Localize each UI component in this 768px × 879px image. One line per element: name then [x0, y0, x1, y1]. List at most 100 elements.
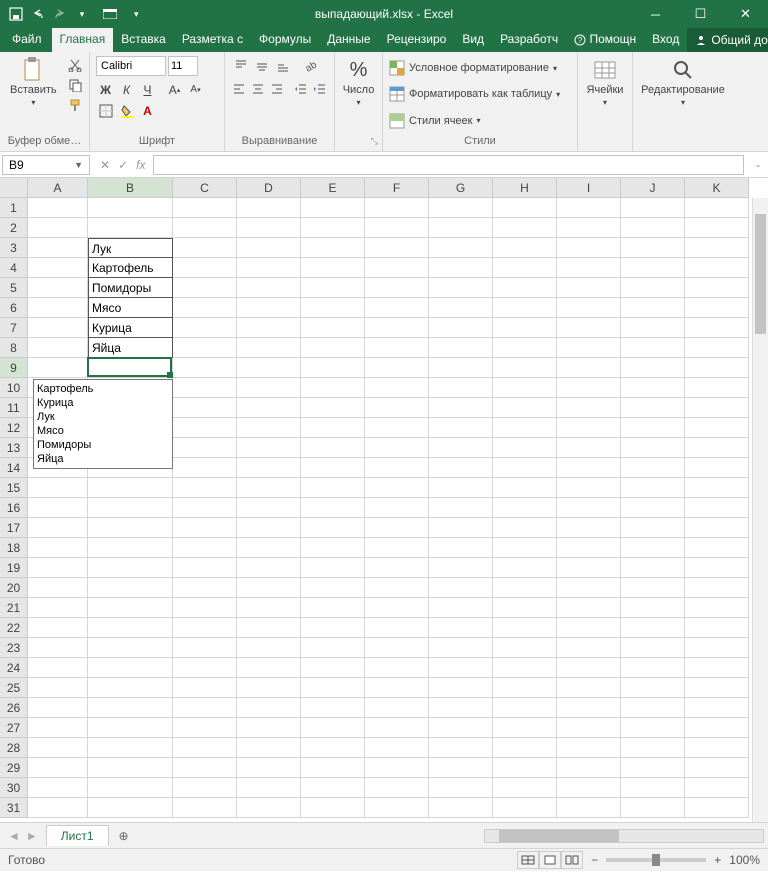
cell-A8[interactable] [28, 338, 88, 358]
col-header-D[interactable]: D [237, 178, 301, 198]
cell-H12[interactable] [493, 418, 557, 438]
cell-F19[interactable] [365, 558, 429, 578]
cell-E7[interactable] [301, 318, 365, 338]
cell-E18[interactable] [301, 538, 365, 558]
cell-F6[interactable] [365, 298, 429, 318]
row-header-18[interactable]: 18 [0, 538, 28, 558]
cell-K18[interactable] [685, 538, 749, 558]
cell-C20[interactable] [173, 578, 237, 598]
cell-I29[interactable] [557, 758, 621, 778]
cell-I31[interactable] [557, 798, 621, 818]
row-header-23[interactable]: 23 [0, 638, 28, 658]
cell-K9[interactable] [685, 358, 749, 378]
cell-J21[interactable] [621, 598, 685, 618]
align-top-icon[interactable] [231, 56, 250, 75]
cell-I18[interactable] [557, 538, 621, 558]
cell-J8[interactable] [621, 338, 685, 358]
ribbon-options-arrow[interactable]: ▾ [130, 9, 143, 20]
row-header-20[interactable]: 20 [0, 578, 28, 598]
cell-J19[interactable] [621, 558, 685, 578]
increase-indent-icon[interactable] [311, 79, 328, 98]
cell-J30[interactable] [621, 778, 685, 798]
cell-K31[interactable] [685, 798, 749, 818]
cell-G14[interactable] [429, 458, 493, 478]
cell-K5[interactable] [685, 278, 749, 298]
cell-D30[interactable] [237, 778, 301, 798]
cell-C10[interactable] [173, 378, 237, 398]
tab-view[interactable]: Вид [454, 28, 492, 52]
cell-D12[interactable] [237, 418, 301, 438]
cell-G16[interactable] [429, 498, 493, 518]
row-header-26[interactable]: 26 [0, 698, 28, 718]
decrease-font-icon[interactable]: A▾ [186, 80, 205, 99]
cell-G7[interactable] [429, 318, 493, 338]
expand-formula-icon[interactable]: ⌄ [748, 159, 768, 170]
cell-H14[interactable] [493, 458, 557, 478]
cell-I4[interactable] [557, 258, 621, 278]
cell-C25[interactable] [173, 678, 237, 698]
align-right-icon[interactable] [268, 79, 285, 98]
align-center-icon[interactable] [250, 79, 267, 98]
conditional-formatting-button[interactable]: Условное форматирование ▾ [389, 60, 571, 76]
cell-A25[interactable] [28, 678, 88, 698]
tab-formulas[interactable]: Формулы [251, 28, 319, 52]
col-header-I[interactable]: I [557, 178, 621, 198]
cell-C5[interactable] [173, 278, 237, 298]
cell-styles-button[interactable]: Стили ячеек ▾ [389, 113, 571, 129]
col-header-G[interactable]: G [429, 178, 493, 198]
increase-font-icon[interactable]: A▴ [165, 80, 184, 99]
cell-C17[interactable] [173, 518, 237, 538]
cell-B20[interactable] [88, 578, 173, 598]
validation-dropdown[interactable]: КартофельКурицаЛукМясоПомидорыЯйца [33, 379, 173, 469]
cell-A3[interactable] [28, 238, 88, 258]
cell-I22[interactable] [557, 618, 621, 638]
cell-J17[interactable] [621, 518, 685, 538]
cell-J4[interactable] [621, 258, 685, 278]
cell-A26[interactable] [28, 698, 88, 718]
cell-G11[interactable] [429, 398, 493, 418]
cell-H26[interactable] [493, 698, 557, 718]
font-size-input[interactable] [168, 56, 198, 76]
cell-G3[interactable] [429, 238, 493, 258]
cell-D4[interactable] [237, 258, 301, 278]
cell-J27[interactable] [621, 718, 685, 738]
cell-K28[interactable] [685, 738, 749, 758]
cell-G21[interactable] [429, 598, 493, 618]
cell-J1[interactable] [621, 198, 685, 218]
cell-B30[interactable] [88, 778, 173, 798]
cell-C26[interactable] [173, 698, 237, 718]
cell-J11[interactable] [621, 398, 685, 418]
cell-F2[interactable] [365, 218, 429, 238]
cell-H22[interactable] [493, 618, 557, 638]
cell-D24[interactable] [237, 658, 301, 678]
dropdown-item[interactable]: Мясо [37, 424, 169, 438]
align-left-icon[interactable] [231, 79, 248, 98]
cell-G28[interactable] [429, 738, 493, 758]
cell-H27[interactable] [493, 718, 557, 738]
cell-J22[interactable] [621, 618, 685, 638]
cell-A2[interactable] [28, 218, 88, 238]
cell-J23[interactable] [621, 638, 685, 658]
enter-formula-icon[interactable]: ✓ [118, 158, 128, 172]
cell-K8[interactable] [685, 338, 749, 358]
cell-E6[interactable] [301, 298, 365, 318]
cell-E31[interactable] [301, 798, 365, 818]
qat-customize-icon[interactable]: ▾ [74, 6, 90, 22]
cell-C12[interactable] [173, 418, 237, 438]
cell-H9[interactable] [493, 358, 557, 378]
sheet-tab[interactable]: Лист1 [46, 825, 109, 846]
dropdown-item[interactable]: Картофель [37, 382, 169, 396]
cell-A30[interactable] [28, 778, 88, 798]
tab-layout[interactable]: Разметка с [174, 28, 251, 52]
cell-G25[interactable] [429, 678, 493, 698]
cell-K7[interactable] [685, 318, 749, 338]
cell-E24[interactable] [301, 658, 365, 678]
zoom-in-button[interactable]: + [714, 853, 721, 867]
cell-K6[interactable] [685, 298, 749, 318]
cell-K12[interactable] [685, 418, 749, 438]
cell-G17[interactable] [429, 518, 493, 538]
cell-K20[interactable] [685, 578, 749, 598]
cell-J6[interactable] [621, 298, 685, 318]
cell-B17[interactable] [88, 518, 173, 538]
cell-J16[interactable] [621, 498, 685, 518]
